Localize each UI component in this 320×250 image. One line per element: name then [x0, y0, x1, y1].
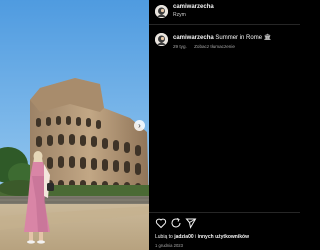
avatar[interactable]	[155, 5, 168, 18]
avatar-image	[155, 33, 168, 46]
caption-meta: 29 tyg. Zobacz tłumaczenie	[173, 44, 235, 49]
likes-prefix: Lubią to	[155, 234, 173, 240]
chevron-right-icon: ›	[138, 121, 141, 130]
next-image-button[interactable]: ›	[134, 120, 145, 131]
comment-icon[interactable]	[170, 217, 182, 229]
likes-others[interactable]: innych użytkowników	[198, 234, 249, 240]
caption: camiwarzecha Summer in Rome 🏛	[173, 34, 298, 41]
post-location[interactable]: Rzym	[173, 12, 186, 18]
heart-icon[interactable]	[155, 217, 167, 229]
likes-and: i	[195, 234, 197, 240]
post-header: camiwarzecha Rzym	[149, 0, 300, 25]
post-sidebar: camiwarzecha Rzym camiwarzecha Summer in…	[149, 0, 300, 250]
post-viewer: › camiwarzecha Rzym camiwarzecha Summer …	[0, 0, 300, 250]
caption-avatar[interactable]	[155, 33, 168, 46]
avatar-image	[155, 5, 168, 18]
action-bar	[149, 212, 300, 229]
likes-user[interactable]: jadzia00	[174, 234, 193, 240]
post-date: 1 grudnia 2023	[155, 243, 183, 248]
post-username[interactable]: camiwarzecha	[173, 4, 214, 10]
post-time: 29 tyg.	[173, 44, 187, 49]
caption-username[interactable]: camiwarzecha	[173, 35, 214, 41]
caption-row: camiwarzecha Summer in Rome 🏛 29 tyg. Zo…	[149, 31, 300, 55]
share-icon[interactable]	[185, 217, 197, 229]
post-photo[interactable]: ›	[0, 0, 149, 250]
see-translation-link[interactable]: Zobacz tłumaczenie	[194, 44, 235, 49]
colosseum-photo	[0, 0, 149, 250]
caption-text: Summer in Rome 🏛	[215, 35, 272, 41]
likes-summary: Lubią to jadzia00 i innych użytkowników	[155, 234, 249, 240]
